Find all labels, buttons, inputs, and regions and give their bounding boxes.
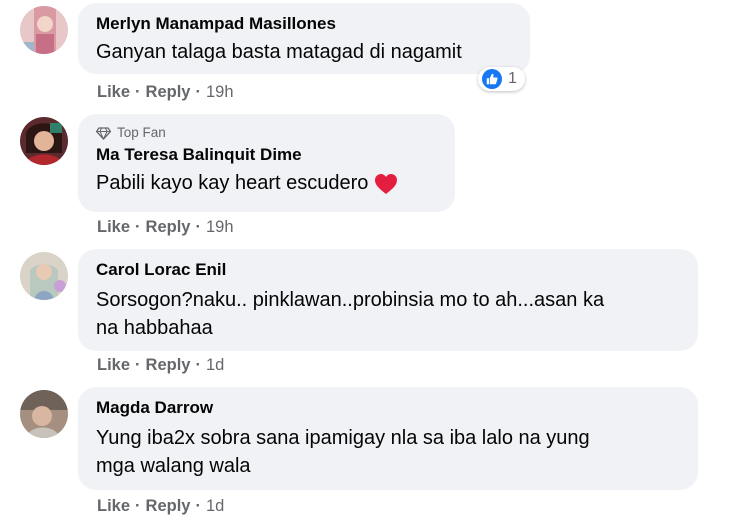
like-button[interactable]: Like	[97, 496, 130, 516]
avatar[interactable]	[20, 252, 68, 300]
reply-button[interactable]: Reply	[146, 217, 191, 237]
comment-bubble: Merlyn Manampad Masillones Ganyan talaga…	[78, 3, 530, 74]
like-icon	[482, 69, 502, 89]
avatar[interactable]	[20, 390, 68, 438]
comment-text: Ganyan talaga basta matagad di nagamit	[96, 41, 462, 63]
separator: ·	[135, 356, 141, 374]
comment-text-line: Yung iba2x sobra sana ipamigay nla sa ib…	[96, 427, 590, 449]
like-button[interactable]: Like	[97, 355, 130, 375]
comment-timestamp[interactable]: 1d	[206, 496, 224, 516]
avatar[interactable]	[20, 117, 68, 165]
comment-timestamp[interactable]: 19h	[206, 82, 234, 102]
comment-text-line: Sorsogon?naku.. pinklawan..probinsia mo …	[96, 289, 605, 311]
top-fan-badge: Top Fan	[96, 125, 437, 141]
comment-text-line: na habbahaa	[96, 317, 213, 339]
comment-actions: Like · Reply · 1d	[97, 496, 224, 516]
comment-bubble: Carol Lorac Enil Sorsogon?naku.. pinklaw…	[78, 249, 698, 351]
comment-timestamp[interactable]: 1d	[206, 355, 224, 375]
reply-button[interactable]: Reply	[146, 82, 191, 102]
comment-author[interactable]: Magda Darrow	[96, 397, 680, 419]
comment-author[interactable]: Ma Teresa Balinquit Dime	[96, 144, 437, 166]
comment-text: Yung iba2x sobra sana ipamigay nla sa ib…	[96, 424, 680, 480]
comment-bubble: Top Fan Ma Teresa Balinquit Dime Pabili …	[78, 114, 455, 212]
reply-button[interactable]: Reply	[146, 355, 191, 375]
comment-timestamp[interactable]: 19h	[206, 217, 234, 237]
like-button[interactable]: Like	[97, 217, 130, 237]
comment-author[interactable]: Carol Lorac Enil	[96, 259, 680, 281]
like-button[interactable]: Like	[97, 82, 130, 102]
comment-actions: Like · Reply · 19h	[97, 217, 234, 237]
diamond-icon	[96, 126, 111, 140]
separator: ·	[195, 83, 201, 101]
comment-actions: Like · Reply · 1d	[97, 355, 224, 375]
comment-text-row: Pabili kayo kay heart escudero	[96, 169, 437, 197]
reaction-summary[interactable]: 1	[478, 67, 525, 91]
separator: ·	[195, 356, 201, 374]
comment-text: Sorsogon?naku.. pinklawan..probinsia mo …	[96, 286, 680, 342]
reply-button[interactable]: Reply	[146, 496, 191, 516]
badge-label: Top Fan	[117, 125, 166, 140]
separator: ·	[135, 83, 141, 101]
comment-author[interactable]: Merlyn Manampad Masillones	[96, 13, 512, 35]
comment-bubble: Magda Darrow Yung iba2x sobra sana ipami…	[78, 387, 698, 490]
avatar[interactable]	[20, 6, 68, 54]
heart-icon	[375, 173, 398, 194]
comment-text: Pabili kayo kay heart escudero	[96, 172, 369, 194]
comment-text-line: mga walang wala	[96, 455, 251, 477]
reaction-count: 1	[508, 70, 517, 87]
separator: ·	[135, 497, 141, 515]
separator: ·	[135, 218, 141, 236]
comment-actions: Like · Reply · 19h	[97, 82, 234, 102]
separator: ·	[195, 218, 201, 236]
separator: ·	[195, 497, 201, 515]
